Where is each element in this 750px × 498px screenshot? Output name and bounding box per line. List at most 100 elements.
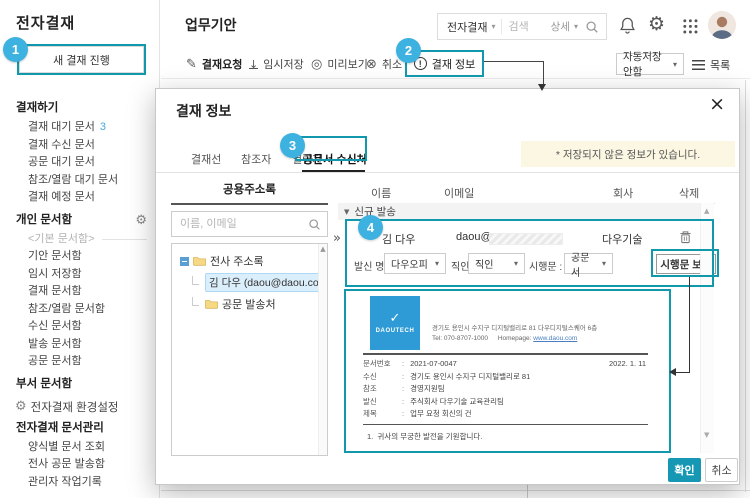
- chevron-down-icon: ▾: [574, 22, 578, 31]
- column-email: 이메일: [444, 185, 474, 201]
- annotation-arrow-line: [689, 277, 690, 373]
- sidebar-section-personal: 개인 문서함 ⚙: [0, 207, 159, 231]
- annotation-arrow-line: [676, 372, 690, 373]
- column-company: 회사: [613, 185, 633, 201]
- divider: [161, 490, 750, 491]
- sidebar-menu: 결재하기 결재 대기 문서3 결재 수신 문서 공문 대기 문서 참조/열람 대…: [0, 95, 159, 491]
- chevron-down-icon: ▾: [514, 259, 518, 268]
- address-book-search: [171, 211, 328, 237]
- sidebar-item-official-box[interactable]: 공문 문서함: [0, 353, 159, 371]
- chevron-down-icon: ▾: [602, 259, 606, 268]
- sidebar-item-settings[interactable]: ⚙ 전자결재 환경설정: [0, 395, 159, 415]
- tab-cc[interactable]: 참조자: [241, 151, 271, 167]
- sidebar-item-official-waiting[interactable]: 공문 대기 문서: [0, 154, 159, 172]
- sidebar-item-cc-waiting[interactable]: 참조/열람 대기 문서: [0, 172, 159, 190]
- sidebar-item-by-form[interactable]: 양식별 문서 조회: [0, 439, 159, 457]
- tab-official-recipients[interactable]: 공문서 수신처: [303, 151, 367, 167]
- sidebar-section-department: 부서 문서함: [0, 371, 159, 395]
- doc-date: 2022. 1. 11: [609, 358, 646, 371]
- scroll-up-icon[interactable]: ▲: [704, 207, 709, 215]
- modal-title: 결재 정보: [176, 101, 231, 121]
- step-badge-4: 4: [358, 215, 383, 240]
- sidebar-item-approved-box[interactable]: 결재 문서함: [0, 283, 159, 301]
- chevron-down-icon: ▾: [491, 22, 495, 31]
- sidebar-item-cc-box[interactable]: 참조/열람 문서함: [0, 301, 159, 319]
- tree-scrollbar[interactable]: ▲: [318, 244, 327, 455]
- autosave-select[interactable]: 자동저장안함 ▾: [616, 53, 684, 75]
- enforce-doc-select[interactable]: 공문서 ▾: [564, 253, 613, 274]
- sidebar-item-temp-box[interactable]: 임시 저장함: [0, 266, 159, 284]
- divider: [102, 239, 147, 240]
- search-icon[interactable]: [585, 20, 599, 34]
- group-new-send[interactable]: ▼ 신규 발송: [338, 203, 713, 220]
- preview-button[interactable]: ◎ 미리보기: [311, 55, 368, 73]
- modal-cancel-button[interactable]: 취소: [705, 458, 738, 482]
- tree-collapse-icon[interactable]: [180, 257, 189, 266]
- doc-to-row: 수신:경기도 용인시 수지구 디지털밸리로 81: [363, 371, 648, 384]
- tree-node-outbox[interactable]: 공문 발송처: [188, 296, 311, 312]
- recipients-panel: 이름 이메일 회사 삭제 ▼ 신규 발송 » 김 다우 daou@ 다우기술 발…: [338, 181, 715, 453]
- folder-icon: [193, 256, 206, 266]
- annotation-arrowhead: [669, 368, 676, 376]
- cancel-button[interactable]: ⊗ 취소: [366, 55, 402, 73]
- step-badge-2: 2: [396, 38, 421, 63]
- column-delete: 삭제: [679, 185, 699, 201]
- search-icon[interactable]: [308, 218, 321, 231]
- list-button[interactable]: 목록: [692, 57, 730, 73]
- recipients-scrollbar[interactable]: ▲ ▼: [700, 203, 714, 453]
- divider: [527, 485, 528, 498]
- divider: [745, 80, 746, 492]
- tree-node-member[interactable]: 김 다우 (daou@daou.co.kr): [188, 273, 311, 292]
- search-detail-toggle[interactable]: 상세: [551, 19, 570, 34]
- annotation-arrowhead: [538, 84, 546, 91]
- approval-info-modal: 결재 정보 × 결재선 참조자 열람자 공문서 수신처 * 저장되지 않은 정보…: [155, 88, 740, 485]
- seal-select[interactable]: 직인 ▾: [468, 253, 525, 274]
- sidebar-item-company-outbox[interactable]: 전사 공문 발송함: [0, 456, 159, 474]
- address-book-tree: 전사 주소록 김 다우 (daou@daou.co.kr) 공문 발송처 ▲: [171, 243, 328, 456]
- sidebar-item-admin-log[interactable]: 관리자 작업기록: [0, 474, 159, 492]
- sidebar-item-approve-received[interactable]: 결재 수신 문서: [0, 137, 159, 155]
- recipient-company: 다우기술: [602, 231, 642, 247]
- tab-approval-line[interactable]: 결재선: [191, 151, 221, 167]
- app-grid-icon[interactable]: [682, 18, 698, 34]
- request-approval-button[interactable]: ✎ 결재요청: [186, 55, 242, 73]
- settings-gear-icon[interactable]: ⚙: [648, 13, 665, 35]
- company-logo: ✓ DAOUTECH: [370, 296, 420, 350]
- forward-icon[interactable]: »: [333, 231, 341, 246]
- user-avatar[interactable]: [708, 11, 736, 39]
- close-icon[interactable]: ×: [709, 95, 725, 114]
- tree-connector: [192, 276, 199, 285]
- pending-count-badge: 3: [100, 119, 106, 137]
- global-search-box: 전자결재 ▾ 상세 ▾: [437, 13, 607, 40]
- personal-box-gear-icon[interactable]: ⚙: [135, 214, 147, 227]
- homepage-link[interactable]: www.daou.com: [533, 335, 577, 342]
- notifications-bell-icon[interactable]: [618, 16, 637, 35]
- tree-node-company[interactable]: 전사 주소록: [180, 253, 311, 269]
- temp-save-button[interactable]: ↓ 임시저장: [249, 55, 304, 73]
- sidebar-item-approve-scheduled[interactable]: 결재 예정 문서: [0, 189, 159, 207]
- email-redacted: [489, 233, 563, 245]
- scroll-down-icon[interactable]: ▼: [704, 431, 709, 439]
- address-book-search-input[interactable]: [172, 218, 308, 230]
- selected-member[interactable]: 김 다우 (daou@daou.co.kr): [205, 273, 328, 292]
- sidebar-item-default-box: <기본 문서함>: [0, 231, 159, 249]
- global-search-input[interactable]: [502, 21, 551, 33]
- sender-name-select[interactable]: 다우오피 ▾: [384, 253, 446, 274]
- new-approval-button[interactable]: 새 결재 진행: [19, 46, 144, 73]
- sidebar-item-sent-box[interactable]: 발송 문서함: [0, 336, 159, 354]
- logo-check-icon: ✓: [390, 313, 401, 325]
- scroll-up-icon[interactable]: ▲: [319, 244, 327, 254]
- company-address: 경기도 용인시 수지구 디지털밸리로 81 다우디지털스퀘어 6층 Tel: 0…: [432, 324, 597, 343]
- confirm-button[interactable]: 확인: [668, 458, 701, 482]
- doc-cc-row: 참조:경영지원팀: [363, 383, 648, 396]
- sidebar-item-approve-waiting[interactable]: 결재 대기 문서3: [0, 119, 159, 137]
- chevron-down-icon: ▾: [435, 259, 439, 268]
- trash-icon[interactable]: [679, 230, 692, 244]
- sidebar: 전자결재 새 결재 진행 결재하기 결재 대기 문서3 결재 수신 문서 공문 …: [0, 0, 160, 498]
- annotation-arrow-line: [484, 61, 544, 62]
- search-scope-select[interactable]: 전자결재: [438, 19, 487, 35]
- page-title: 업무기안: [185, 15, 237, 35]
- sidebar-item-received-box[interactable]: 수신 문서함: [0, 318, 159, 336]
- sidebar-item-draft-box[interactable]: 기안 문서함: [0, 248, 159, 266]
- folder-icon: [205, 299, 218, 309]
